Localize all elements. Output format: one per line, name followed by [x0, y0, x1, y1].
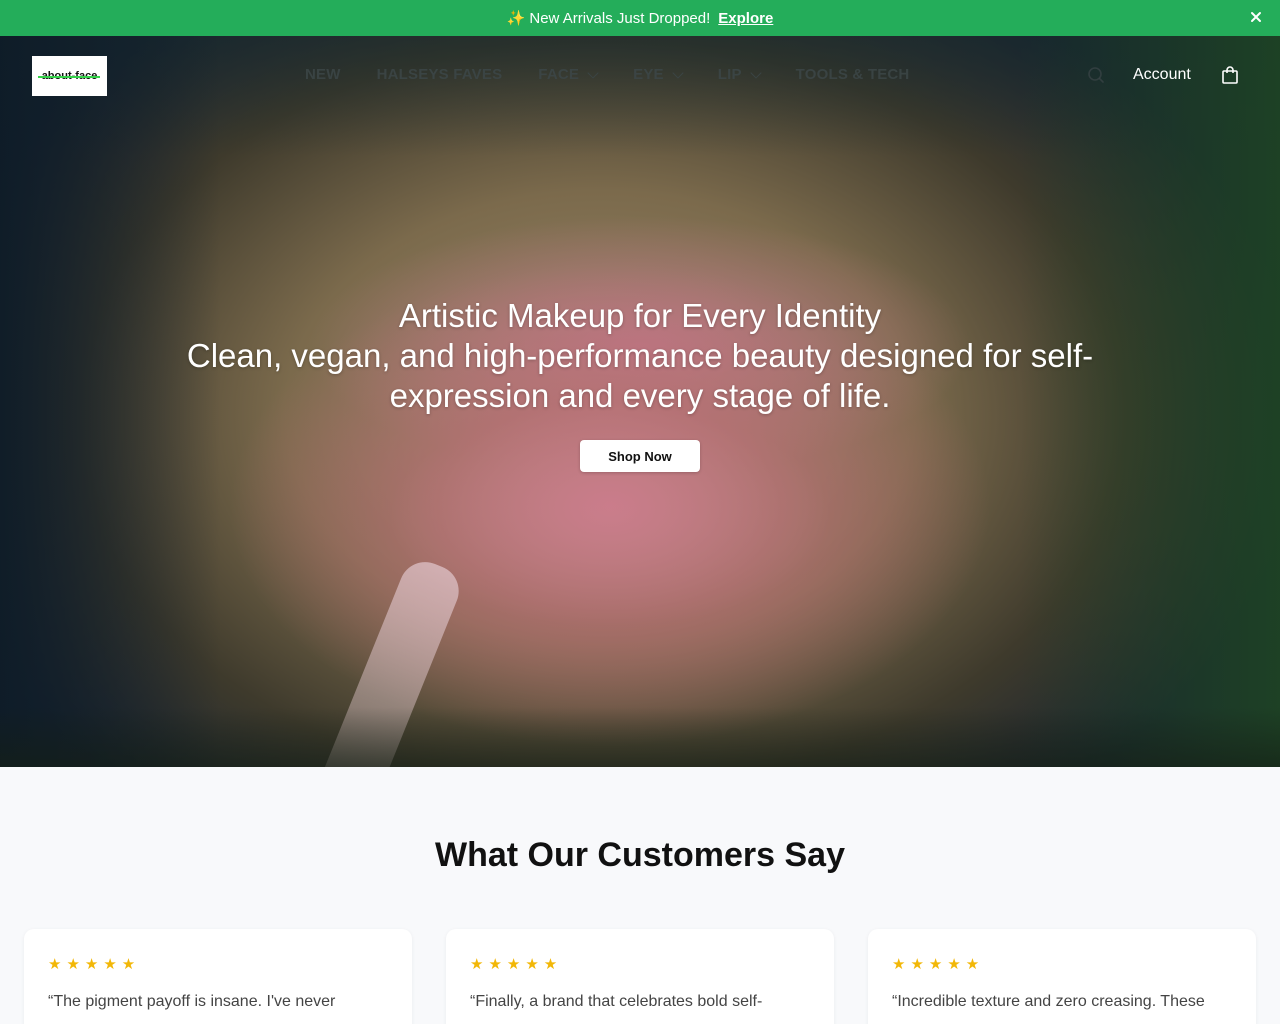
nav-item-new[interactable]: NEW	[305, 66, 341, 83]
testimonial-card: ★★★★★ “The pigment payoff is insane. I'v…	[24, 929, 412, 1024]
nav-item-label: NEW	[305, 66, 341, 83]
shopping-bag-icon[interactable]	[1220, 65, 1240, 85]
testimonial-quote: “The pigment payoff is insane. I've neve…	[48, 993, 336, 1010]
nav-item-lip[interactable]: LIP	[717, 66, 762, 83]
account-link[interactable]: Account	[1133, 66, 1191, 84]
nav-item-label: EYE	[633, 66, 664, 83]
testimonial-quote: “Finally, a brand that celebrates bold s…	[470, 993, 763, 1010]
hero-content: Artistic Makeup for Every Identity Clean…	[140, 296, 1140, 416]
logo-swoosh	[38, 76, 100, 78]
announcement-bar: ✨ New Arrivals Just Dropped! Explore	[0, 0, 1280, 36]
nav-item-label: TOOLS & TECH	[795, 66, 910, 83]
search-icon[interactable]	[1087, 66, 1105, 84]
hero-title: Artistic Makeup for Every Identity	[398, 297, 882, 334]
testimonial-quote: “Incredible texture and zero creasing. T…	[892, 993, 1205, 1010]
star-rating: ★★★★★	[892, 956, 985, 973]
chevron-down-icon	[750, 66, 762, 79]
sparkles-icon: ✨	[506, 10, 526, 27]
nav-item-eye[interactable]: EYE	[633, 66, 684, 83]
hero-overlay-bottom	[0, 707, 1280, 767]
chevron-down-icon	[587, 66, 599, 79]
brand-logo[interactable]: about-face	[32, 56, 107, 96]
close-icon[interactable]	[1248, 9, 1264, 25]
nav-item-label: FACE	[538, 66, 580, 83]
star-rating: ★★★★★	[470, 956, 563, 973]
nav-item-label: HALSEYS FAVES	[376, 66, 503, 83]
testimonial-card: ★★★★★ “Incredible texture and zero creas…	[868, 929, 1256, 1024]
testimonial-card: ★★★★★ “Finally, a brand that celebrates …	[446, 929, 834, 1024]
nav-item-halseys-faves[interactable]: HALSEYS FAVES	[377, 66, 503, 83]
explore-link[interactable]: Explore	[718, 10, 773, 27]
announcement-text: New Arrivals Just Dropped!	[529, 9, 711, 27]
hero-subtitle: Clean, vegan, and high-performance beaut…	[186, 337, 1094, 414]
star-rating: ★★★★★	[48, 956, 141, 973]
nav-item-tools-tech[interactable]: TOOLS & TECH	[796, 66, 910, 83]
main-menu: NEW HALSEYS FAVES FACE EYE LIP TOOLS & T…	[305, 66, 909, 83]
nav-item-face[interactable]: FACE	[538, 66, 599, 83]
nav-item-label: LIP	[717, 66, 742, 83]
chevron-down-icon	[672, 66, 684, 79]
shop-now-button[interactable]: Shop Now	[580, 440, 700, 472]
testimonials-heading: What Our Customers Say	[435, 836, 845, 874]
main-header: about-face NEW HALSEYS FAVES FACE EYE LI…	[0, 36, 1280, 116]
